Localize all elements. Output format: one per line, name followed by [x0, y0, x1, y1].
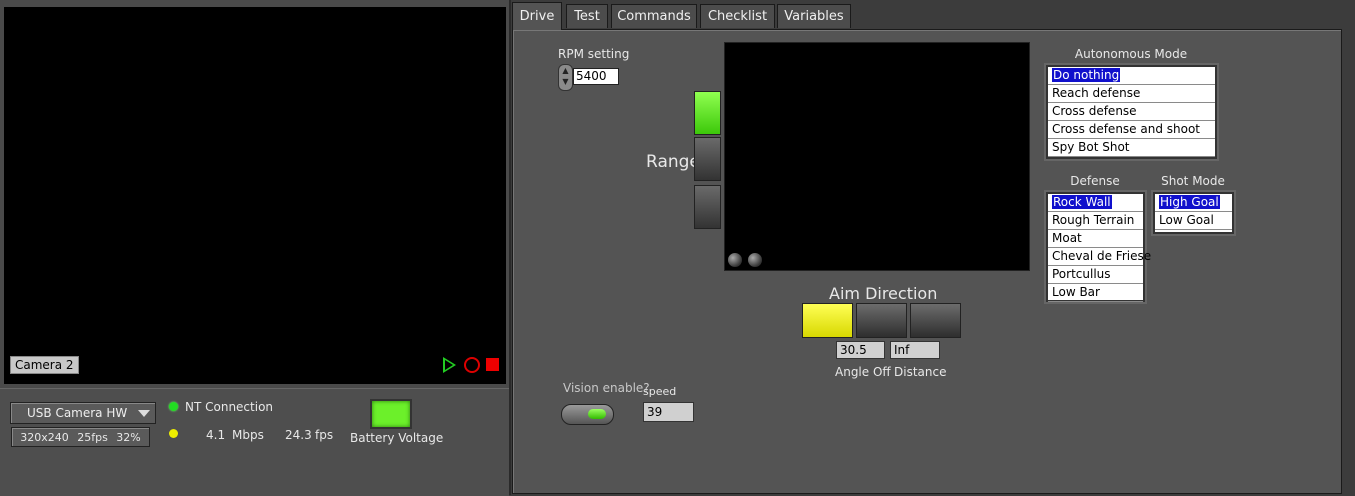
stream-status-led-icon: [169, 429, 178, 438]
range-label: Range: [646, 152, 700, 172]
angle-off-value: 30.5: [836, 341, 885, 359]
list-item[interactable]: Spy Bot Shot: [1048, 139, 1215, 157]
tab-variables[interactable]: Variables: [777, 4, 851, 28]
angle-off-label: Angle Off: [835, 365, 891, 379]
defense-list[interactable]: Rock Wall Rough Terrain Moat Cheval de F…: [1046, 192, 1151, 302]
vision-enable-toggle[interactable]: [561, 404, 614, 425]
camera-source-value: USB Camera HW: [27, 406, 128, 420]
vision-indicator-2-icon: [748, 253, 762, 267]
list-item[interactable]: Do nothing: [1048, 67, 1215, 85]
list-item[interactable]: Rough Terrain: [1048, 212, 1143, 230]
range-button-3[interactable]: [694, 185, 721, 229]
shot-mode-title: Shot Mode: [1161, 174, 1225, 188]
vision-enable-label: Vision enable?: [563, 381, 650, 395]
camera-source-select[interactable]: USB Camera HW: [10, 402, 156, 424]
battery-voltage-label: Battery Voltage: [350, 431, 444, 445]
rpm-stepper[interactable]: ▲ ▼: [558, 64, 573, 91]
list-item[interactable]: Low Bar: [1048, 284, 1143, 302]
camera-settings-button[interactable]: 320x240 25fps 32%: [11, 427, 150, 447]
bandwidth-value: 4.1: [206, 428, 226, 442]
tab-checklist[interactable]: Checklist: [700, 4, 775, 28]
list-item[interactable]: Cross defense: [1048, 103, 1215, 121]
panel-divider: [509, 0, 511, 495]
record-icon[interactable]: [464, 357, 480, 373]
autonomous-mode-list[interactable]: Do nothing Reach defense Cross defense C…: [1046, 65, 1217, 159]
quality-value: 32%: [116, 430, 141, 444]
speed-label: speed: [643, 385, 677, 398]
toggle-knob: [588, 409, 606, 419]
speed-value: 39: [643, 402, 694, 422]
stop-icon[interactable]: [486, 358, 499, 371]
chevron-down-icon: [138, 410, 150, 417]
list-item[interactable]: Cross defense and shoot: [1048, 121, 1215, 139]
list-item[interactable]: Low Goal: [1155, 212, 1232, 230]
nt-connection-label: NT Connection: [185, 400, 274, 414]
resolution-value: 320x240: [20, 430, 69, 444]
vision-indicator-1-icon: [728, 253, 742, 267]
list-item[interactable]: Cheval de Friese: [1048, 248, 1151, 266]
aim-right-indicator[interactable]: [910, 303, 961, 338]
rpm-input[interactable]: 5400: [573, 68, 619, 85]
distance-label: Distance: [894, 365, 947, 379]
aim-left-indicator[interactable]: [802, 303, 853, 338]
defense-title: Defense: [1070, 174, 1120, 188]
list-item[interactable]: Portcullus: [1048, 266, 1143, 284]
aim-center-indicator[interactable]: [856, 303, 907, 338]
list-item[interactable]: Rock Wall: [1048, 194, 1143, 212]
tab-drive[interactable]: Drive: [512, 2, 562, 30]
play-icon[interactable]: [443, 357, 456, 373]
list-item[interactable]: Reach defense: [1048, 85, 1215, 103]
fps-value: 24.3: [285, 428, 312, 442]
vision-view: [724, 42, 1030, 271]
range-button-1[interactable]: [694, 91, 721, 135]
rpm-setting-label: RPM setting: [558, 47, 630, 61]
bandwidth-unit: Mbps: [232, 428, 264, 442]
camera-view: [4, 7, 506, 384]
fps-setting-value: 25fps: [77, 430, 108, 444]
aim-direction-label: Aim Direction: [829, 284, 938, 303]
tab-commands[interactable]: Commands: [611, 4, 697, 28]
tab-test[interactable]: Test: [566, 4, 608, 28]
shot-mode-list[interactable]: High Goal Low Goal: [1153, 192, 1234, 234]
list-item[interactable]: High Goal: [1155, 194, 1232, 212]
autonomous-mode-title: Autonomous Mode: [1074, 47, 1188, 61]
nt-connection-led-icon: [169, 402, 178, 411]
list-item[interactable]: Moat: [1048, 230, 1143, 248]
fps-unit: fps: [315, 428, 334, 442]
distance-value: Inf: [890, 341, 940, 359]
range-button-2[interactable]: [694, 137, 721, 181]
battery-voltage-indicator: [370, 399, 412, 429]
camera-label: Camera 2: [10, 356, 79, 374]
